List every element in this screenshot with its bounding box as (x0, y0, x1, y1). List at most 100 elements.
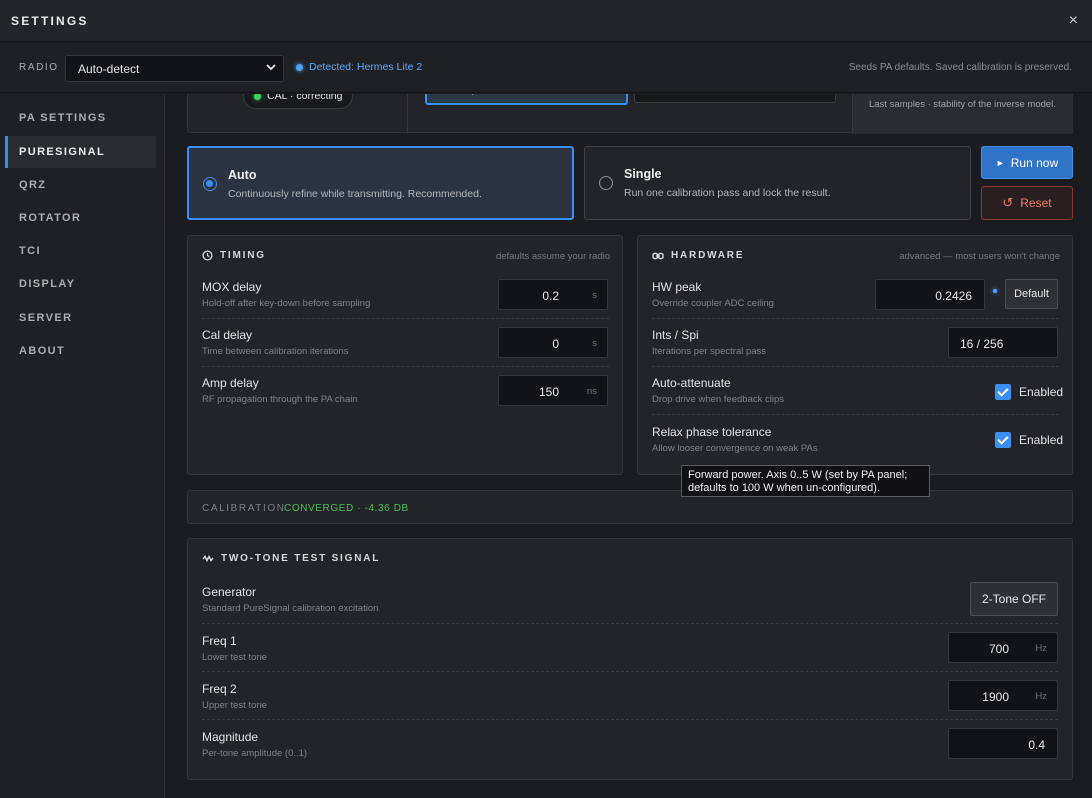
mox-delay-label: MOX delay (202, 280, 262, 294)
timing-header: TIMING (202, 250, 266, 261)
radio-select-value: Auto-detect (78, 62, 140, 76)
ints-spi-label: Ints / Spi (652, 328, 699, 342)
magnitude-row: Magnitude Per-tone amplitude (0..1) (202, 730, 307, 759)
ints-spi-select[interactable]: 16 / 256 (948, 327, 1058, 358)
calibration-label: CALIBRATION (202, 503, 286, 514)
cal-delay-label: Cal delay (202, 328, 253, 342)
reset-button[interactable]: ↺ Reset (981, 186, 1073, 220)
link-icon (652, 252, 664, 259)
sidebar-item-pa-settings[interactable]: PA SETTINGS (5, 102, 156, 134)
cal-delay-unit: s (592, 338, 597, 349)
status-dot-icon (254, 94, 261, 100)
freq1-unit: Hz (1035, 643, 1047, 654)
radio-bar: RADIO Auto-detect Detected: Hermes Lite … (0, 43, 1092, 93)
sidebar-item-puresignal[interactable]: PURESIGNAL (5, 136, 156, 168)
ints-spi-value: 16 / 256 (960, 337, 1004, 351)
cal-delay-sub: Time between calibration iterations (202, 346, 349, 357)
sidebar-item-server[interactable]: SERVER (5, 302, 156, 334)
mode-auto-card[interactable]: Auto Continuously refine while transmitt… (187, 146, 574, 220)
two-tone-toggle-button[interactable]: 2-Tone OFF (970, 582, 1058, 616)
tooltip: Forward power. Axis 0..5 W (set by PA pa… (681, 465, 930, 497)
mode-single-card[interactable]: Single Run one calibration pass and lock… (584, 146, 971, 220)
source-option[interactable] (634, 94, 836, 103)
sidebar-item-tci[interactable]: TCI (5, 235, 156, 267)
mode-auto-desc: Continuously refine while transmitting. … (228, 188, 482, 200)
divider (202, 719, 1058, 720)
radio-label: RADIO (19, 62, 59, 73)
two-tone-panel: TWO-TONE TEST SIGNAL Generator Standard … (187, 538, 1073, 780)
amp-delay-row: Amp delay RF propagation through the PA … (202, 376, 358, 405)
hw-peak-value: 0.2426 (935, 289, 972, 303)
relax-phase-checkbox[interactable] (995, 432, 1011, 448)
coupler-option[interactable]: coupler (425, 94, 628, 105)
mode-single-desc: Run one calibration pass and lock the re… (624, 187, 831, 199)
magnitude-sub: Per-tone amplitude (0..1) (202, 748, 308, 759)
run-now-button[interactable]: ► Run now (981, 146, 1073, 179)
generator-sub: Standard PureSignal calibration excitati… (202, 603, 379, 614)
auto-attenuate-row: Auto-attenuate Drop drive when feedback … (652, 376, 784, 405)
signal-status-strip: CAL · correcting coupler Last samples · … (187, 94, 1073, 134)
hw-peak-input[interactable]: 0.2426 (875, 279, 985, 310)
generator-label: Generator (202, 585, 257, 599)
timing-note: defaults assume your radio (495, 251, 610, 262)
ints-spi-sub: Iterations per spectral pass (652, 346, 767, 357)
mox-delay-input[interactable]: 0.2 s (498, 279, 608, 310)
divider (202, 671, 1058, 672)
relax-phase-sub: Allow looser convergence on weak PAs (652, 443, 818, 454)
magnitude-label: Magnitude (202, 730, 259, 744)
magnitude-input[interactable]: 0.4 (948, 728, 1058, 759)
freq2-value: 1900 (982, 690, 1009, 704)
calibration-status: CONVERGED · -4.36 DB (284, 503, 409, 514)
radio-auto[interactable] (203, 177, 217, 191)
sidebar-item-qrz[interactable]: QRZ (5, 169, 156, 201)
mode-single-title: Single (624, 167, 662, 181)
freq2-row: Freq 2 Upper test tone (202, 682, 267, 711)
mox-delay-row: MOX delay Hold-off after key-down before… (202, 280, 370, 309)
auto-attenuate-sub: Drop drive when feedback clips (652, 394, 785, 405)
freq2-unit: Hz (1035, 691, 1047, 702)
magnitude-value: 0.4 (1028, 738, 1045, 752)
amp-delay-label: Amp delay (202, 376, 259, 390)
divider (202, 366, 609, 367)
samples-panel: Last samples · stability of the inverse … (852, 94, 1073, 134)
generator-row: Generator Standard PureSignal calibratio… (202, 585, 378, 614)
close-icon[interactable]: × (1069, 12, 1078, 30)
sidebar-item-display[interactable]: DISPLAY (5, 268, 156, 300)
radio-single[interactable] (599, 176, 613, 190)
radio-select[interactable]: Auto-detect (65, 55, 284, 82)
auto-attenuate-checkbox[interactable] (995, 384, 1011, 400)
amp-delay-sub: RF propagation through the PA chain (202, 394, 358, 405)
hardware-header: HARDWARE (652, 250, 744, 261)
reset-label: Reset (1020, 196, 1052, 210)
samples-note: Last samples · stability of the inverse … (869, 99, 1056, 110)
divider (407, 94, 408, 134)
ints-spi-row: Ints / Spi Iterations per spectral pass (652, 328, 766, 357)
amp-delay-unit: ns (586, 386, 597, 397)
freq1-input[interactable]: 700 Hz (948, 632, 1058, 663)
radio-note: Seeds PA defaults. Saved calibration is … (848, 62, 1072, 73)
two-tone-header: TWO-TONE TEST SIGNAL (202, 553, 380, 564)
divider (652, 366, 1059, 367)
sidebar-item-about[interactable]: ABOUT (5, 335, 156, 367)
freq2-label: Freq 2 (202, 682, 237, 696)
hw-peak-default-button[interactable]: Default (1005, 279, 1058, 309)
mox-delay-sub: Hold-off after key-down before sampling (202, 298, 371, 309)
play-icon: ► (995, 157, 1005, 168)
tooltip-line-2: defaults to 100 W when un-configured). (688, 482, 881, 494)
wave-icon (202, 554, 214, 563)
calibration-status-bar: CALIBRATION CONVERGED · -4.36 DB (187, 490, 1073, 524)
amp-delay-input[interactable]: 150 ns (498, 375, 608, 406)
sidebar-item-rotator[interactable]: ROTATOR (5, 202, 156, 234)
hw-peak-label: HW peak (652, 280, 702, 294)
clock-icon (202, 250, 213, 261)
cal-delay-input[interactable]: 0 s (498, 327, 608, 358)
relax-phase-label: Relax phase tolerance (652, 425, 772, 439)
window-title: SETTINGS (11, 14, 89, 28)
cal-delay-value: 0 (552, 337, 559, 351)
timing-title: TIMING (220, 250, 266, 261)
tooltip-line-1: Forward power. Axis 0..5 W (set by PA pa… (688, 469, 908, 481)
freq2-input[interactable]: 1900 Hz (948, 680, 1058, 711)
relax-phase-enabled-label: Enabled (1019, 433, 1064, 447)
detected-text: Detected: Hermes Lite 2 (309, 61, 423, 73)
amp-delay-value: 150 (538, 385, 559, 399)
